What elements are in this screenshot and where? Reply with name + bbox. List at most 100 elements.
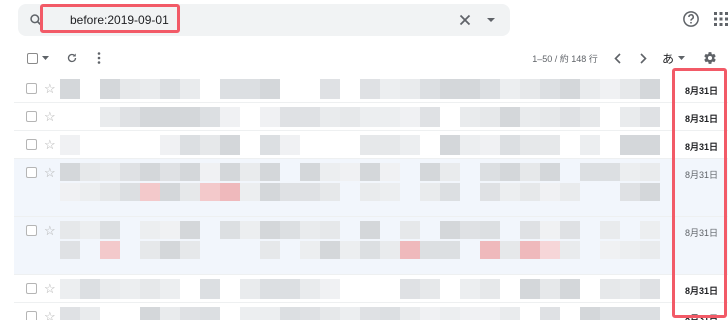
chevron-left-icon[interactable] [610, 44, 624, 72]
redaction-block [100, 163, 120, 181]
redaction-block [380, 79, 400, 99]
redaction-block [520, 279, 540, 299]
email-row[interactable]: ☆ 8月31日 [14, 303, 728, 320]
redaction-block [140, 183, 160, 201]
apps-icon[interactable] [710, 8, 728, 30]
redaction-block [620, 241, 640, 259]
redaction-block [400, 107, 420, 127]
redaction-block [220, 107, 240, 127]
redaction-block [120, 163, 140, 181]
redaction-block [300, 107, 320, 127]
star-icon[interactable]: ☆ [44, 310, 56, 320]
redaction-block [280, 107, 300, 127]
redaction-block [620, 279, 640, 299]
redaction-block [480, 279, 500, 299]
redaction-block [80, 183, 100, 201]
select-all-checkbox[interactable] [26, 44, 38, 72]
email-row[interactable]: ☆ 8月31日 [14, 75, 728, 103]
row-date: 8月31日 [684, 314, 718, 320]
redaction-block [120, 183, 140, 201]
redaction-block [480, 163, 500, 181]
redaction-block [520, 79, 540, 99]
star-icon[interactable]: ☆ [44, 82, 56, 95]
email-row[interactable]: ☆ 8月31日 [14, 275, 728, 303]
refresh-icon[interactable] [63, 44, 81, 72]
redaction-block [80, 307, 100, 320]
email-row[interactable]: ☆ 8月31日 [14, 159, 728, 217]
redaction-block [480, 135, 500, 155]
redaction-block [160, 79, 180, 99]
star-icon[interactable]: ☆ [44, 224, 56, 237]
row-checkbox[interactable] [26, 311, 37, 320]
redaction-block [560, 241, 580, 259]
input-tools-dropdown-icon[interactable] [677, 44, 685, 72]
redaction-block [320, 279, 340, 299]
redaction-block [620, 163, 640, 181]
redaction-block [500, 79, 520, 99]
redaction-block [240, 221, 260, 239]
star-icon[interactable]: ☆ [44, 166, 56, 179]
redaction-block [620, 135, 640, 155]
redaction-block [300, 279, 320, 299]
more-vert-icon[interactable] [93, 44, 105, 72]
redaction-block [600, 163, 620, 181]
row-checkbox[interactable] [26, 167, 37, 178]
email-row[interactable]: ☆ 8月31日 [14, 131, 728, 159]
search-options-dropdown-icon[interactable] [482, 4, 500, 36]
redaction-block [160, 241, 180, 259]
redaction-block [480, 221, 500, 239]
redaction-block [540, 307, 560, 320]
redaction-block [540, 163, 560, 181]
email-row[interactable]: ☆ 8月31日 [14, 103, 728, 131]
redaction-block [540, 221, 560, 239]
redaction-block [260, 221, 280, 239]
star-icon[interactable]: ☆ [44, 110, 56, 123]
email-list: ☆ 8月31日 ☆ 8月31日 ☆ 8月31日 ☆ 8月31日 ☆ 8月31日 … [14, 75, 728, 320]
email-row[interactable]: ☆ 8月31日 [14, 217, 728, 275]
redaction-block [80, 279, 100, 299]
redaction-block [60, 183, 80, 201]
redacted-content [60, 131, 660, 158]
chevron-right-icon[interactable] [636, 44, 650, 72]
help-icon[interactable] [680, 8, 702, 30]
redaction-block [260, 307, 280, 320]
star-icon[interactable]: ☆ [44, 138, 56, 151]
redaction-block [60, 163, 80, 181]
redaction-block [600, 221, 620, 239]
select-dropdown-icon[interactable] [40, 44, 50, 72]
search-input[interactable] [54, 4, 434, 36]
redaction-block [340, 241, 360, 259]
row-date: 8月31日 [684, 170, 718, 180]
redaction-block [200, 279, 220, 299]
row-checkbox[interactable] [26, 111, 37, 122]
redaction-block [500, 135, 520, 155]
redaction-block [380, 135, 400, 155]
redaction-block [500, 241, 520, 259]
redaction-block [580, 135, 600, 155]
redaction-block [200, 183, 220, 201]
clear-icon[interactable] [454, 4, 476, 36]
redaction-block [140, 79, 160, 99]
redaction-block [160, 279, 180, 299]
row-checkbox[interactable] [26, 139, 37, 150]
redaction-block [180, 221, 200, 239]
redacted-content [60, 303, 660, 320]
redaction-block [180, 79, 200, 99]
row-date: 8月31日 [684, 114, 718, 124]
star-icon[interactable]: ☆ [44, 282, 56, 295]
redaction-block [160, 135, 180, 155]
search-icon[interactable] [22, 4, 50, 36]
redaction-block [480, 183, 500, 201]
redaction-block [160, 183, 180, 201]
redaction-block [100, 183, 120, 201]
redaction-block [320, 221, 340, 239]
input-tools-label[interactable]: あ [660, 44, 676, 72]
settings-icon[interactable] [702, 44, 718, 72]
row-checkbox[interactable] [26, 283, 37, 294]
redaction-block [460, 135, 480, 155]
row-checkbox[interactable] [26, 83, 37, 94]
redaction-block [480, 307, 500, 320]
redaction-block [540, 79, 560, 99]
redaction-block [620, 183, 640, 201]
row-checkbox[interactable] [26, 225, 37, 236]
